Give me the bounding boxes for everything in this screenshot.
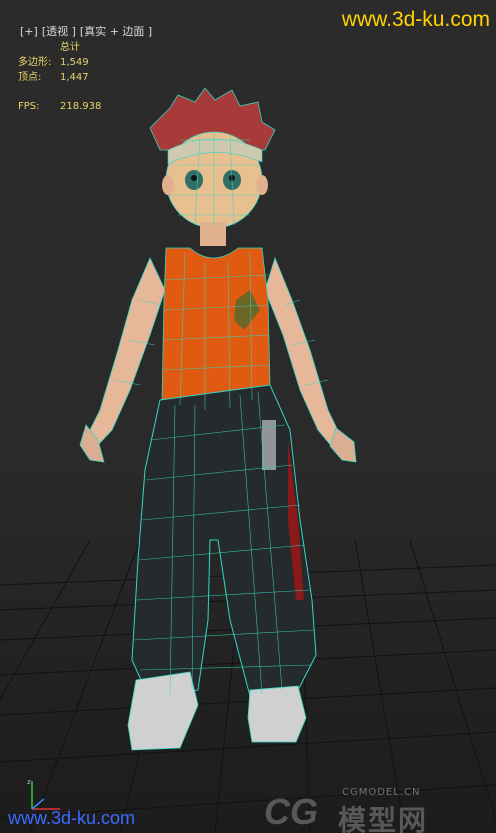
stats-polygons-label: 多边形: xyxy=(18,57,52,68)
watermark-bottom: www.3d-ku.com xyxy=(8,808,136,828)
3d-viewport[interactable]: [+] [透视 ] [真实 + 边面 ] 总计 多边形: 1,549 顶点: 1,4… xyxy=(0,0,496,833)
shirt xyxy=(161,247,271,408)
stats-polygons-row: 多边形: 1,549 xyxy=(18,55,101,70)
watermark-top: www.3d-ku.com xyxy=(341,8,490,31)
cgmodel-logo: CG CGMODEL.CN 模型网 xyxy=(264,787,486,833)
stats-vertices-value: 1,447 xyxy=(60,72,89,83)
left-arm xyxy=(89,257,166,446)
stats-fps-label: FPS: xyxy=(18,101,40,112)
right-shoe xyxy=(247,685,307,743)
stats-polygons-value: 1,549 xyxy=(60,57,89,68)
stats-header: 总计 xyxy=(60,42,80,53)
stats-fps-row: FPS: 218.938 xyxy=(18,99,101,114)
viewport-shading-menu[interactable]: [真实 + 边面 ] xyxy=(80,25,152,38)
pants xyxy=(131,384,317,701)
stats-fps-value: 218.938 xyxy=(60,101,102,112)
cg-logo-mark: CG xyxy=(264,791,318,832)
character-model[interactable] xyxy=(79,87,357,751)
cg-chinese-name: 模型网 xyxy=(338,804,429,833)
cg-site-name: CGMODEL.CN xyxy=(342,787,421,798)
viewport-scene xyxy=(0,87,496,833)
statistics-overlay: 总计 多边形: 1,549 顶点: 1,447 FPS: 218.938 xyxy=(18,40,101,114)
viewport-plus-menu[interactable]: [+] xyxy=(20,25,38,38)
left-shoe xyxy=(127,671,199,751)
stats-vertices-label: 顶点: xyxy=(18,72,42,83)
svg-text:z: z xyxy=(27,778,31,786)
viewport-view-menu[interactable]: [透视 ] xyxy=(42,25,76,38)
stats-vertices-row: 顶点: 1,447 xyxy=(18,70,101,85)
